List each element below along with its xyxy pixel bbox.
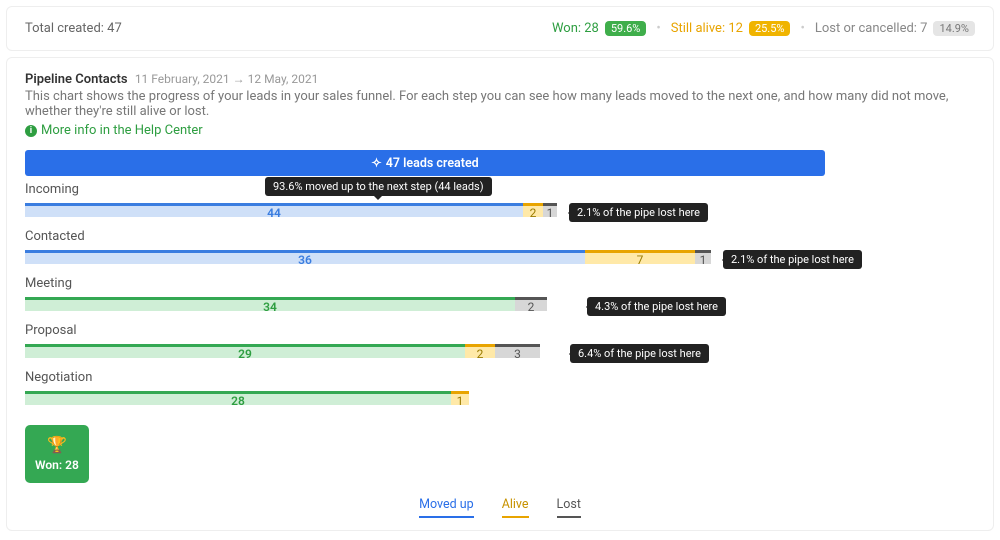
lost-tooltip: 6.4% of the pipe lost here — [570, 344, 709, 363]
lost-tooltip: 2.1% of the pipe lost here — [569, 203, 708, 222]
stage-label: Contacted — [25, 229, 825, 244]
seg-lost: 1 — [695, 250, 711, 264]
stage-bar[interactable]: 28 1 — [25, 387, 825, 409]
total-created: Total created: 47 — [25, 21, 122, 36]
created-bar: ✧47 leads created — [25, 150, 825, 176]
lost-pct: 14.9% — [933, 21, 975, 36]
sparkle-icon: ✧ — [371, 156, 381, 171]
summary-bar: Total created: 47 Won: 28 59.6% • Still … — [6, 6, 994, 51]
seg-moved: 29 — [25, 344, 465, 358]
summary-right: Won: 28 59.6% • Still alive: 12 25.5% • … — [552, 21, 975, 36]
lost-tooltip: 2.1% of the pipe lost here — [723, 250, 862, 269]
total-label: Total created: — [25, 21, 104, 36]
info-icon: i — [25, 125, 37, 137]
stage-incoming: Incoming 44 2 1 93.6% moved up to the ne… — [25, 182, 825, 221]
seg-lost: 1 — [543, 203, 557, 217]
won-badge: 🏆 Won: 28 — [25, 425, 89, 483]
panel-desc: This chart shows the progress of your le… — [25, 89, 975, 119]
title-line: Pipeline Contacts 11 February, 2021 → 12… — [25, 72, 975, 87]
stage-label: Meeting — [25, 276, 825, 291]
stage-meeting: Meeting 34 2 4.3% of the pipe lost here — [25, 276, 825, 315]
stage-bar[interactable]: 36 7 1 2.1% of the pipe lost here — [25, 246, 825, 268]
alive-pct: 25.5% — [749, 21, 791, 36]
stage-bar[interactable]: 34 2 4.3% of the pipe lost here — [25, 293, 825, 315]
lost-stat: Lost or cancelled: 7 14.9% — [815, 21, 975, 36]
seg-moved: 28 — [25, 391, 451, 405]
seg-alive: 2 — [523, 203, 543, 217]
legend-moved[interactable]: Moved up — [419, 497, 474, 518]
stage-label: Proposal — [25, 323, 825, 338]
stage-contacted: Contacted 36 7 1 2.1% of the pipe lost h… — [25, 229, 825, 268]
seg-alive: 2 — [465, 344, 495, 358]
stage-negotiation: Negotiation 28 1 — [25, 370, 825, 409]
alive-stat: Still alive: 12 25.5% — [671, 21, 791, 36]
alive-label: Still alive: 12 — [671, 21, 743, 36]
won-badge-text: Won: 28 — [35, 458, 79, 472]
won-label: Won: 28 — [552, 21, 599, 36]
seg-lost: 2 — [515, 297, 547, 311]
pipeline-panel: Pipeline Contacts 11 February, 2021 → 12… — [6, 57, 994, 531]
legend-alive[interactable]: Alive — [502, 497, 529, 518]
panel-title: Pipeline Contacts — [25, 72, 128, 87]
won-pct: 59.6% — [605, 21, 647, 36]
stage-bar[interactable]: 29 2 3 6.4% of the pipe lost here — [25, 340, 825, 362]
trophy-icon: 🏆 — [35, 435, 79, 454]
lost-label: Lost or cancelled: 7 — [815, 21, 928, 36]
seg-moved: 44 — [25, 203, 523, 217]
total-value: 47 — [107, 21, 122, 36]
legend: Moved up Alive Lost — [25, 497, 975, 518]
stage-bar[interactable]: 44 2 1 93.6% moved up to the next step (… — [25, 199, 825, 221]
lost-tooltip: 4.3% of the pipe lost here — [587, 297, 726, 316]
hover-tooltip: 93.6% moved up to the next step (44 lead… — [265, 177, 492, 196]
help-link[interactable]: i More info in the Help Center — [25, 123, 203, 138]
seg-moved: 34 — [25, 297, 515, 311]
separator: • — [800, 21, 804, 36]
funnel-chart: ✧47 leads created Incoming 44 2 1 93.6% … — [25, 150, 825, 483]
seg-moved: 36 — [25, 250, 585, 264]
stage-label: Negotiation — [25, 370, 825, 385]
panel-header: Pipeline Contacts 11 February, 2021 → 12… — [25, 72, 975, 138]
won-stat: Won: 28 59.6% — [552, 21, 646, 36]
seg-lost: 3 — [495, 344, 540, 358]
help-link-text: More info in the Help Center — [41, 123, 203, 138]
seg-alive: 1 — [451, 391, 469, 405]
date-range: 11 February, 2021 → 12 May, 2021 — [135, 72, 319, 86]
legend-lost[interactable]: Lost — [557, 497, 581, 518]
stage-proposal: Proposal 29 2 3 6.4% of the pipe lost he… — [25, 323, 825, 362]
seg-alive: 7 — [585, 250, 695, 264]
separator: • — [656, 21, 660, 36]
